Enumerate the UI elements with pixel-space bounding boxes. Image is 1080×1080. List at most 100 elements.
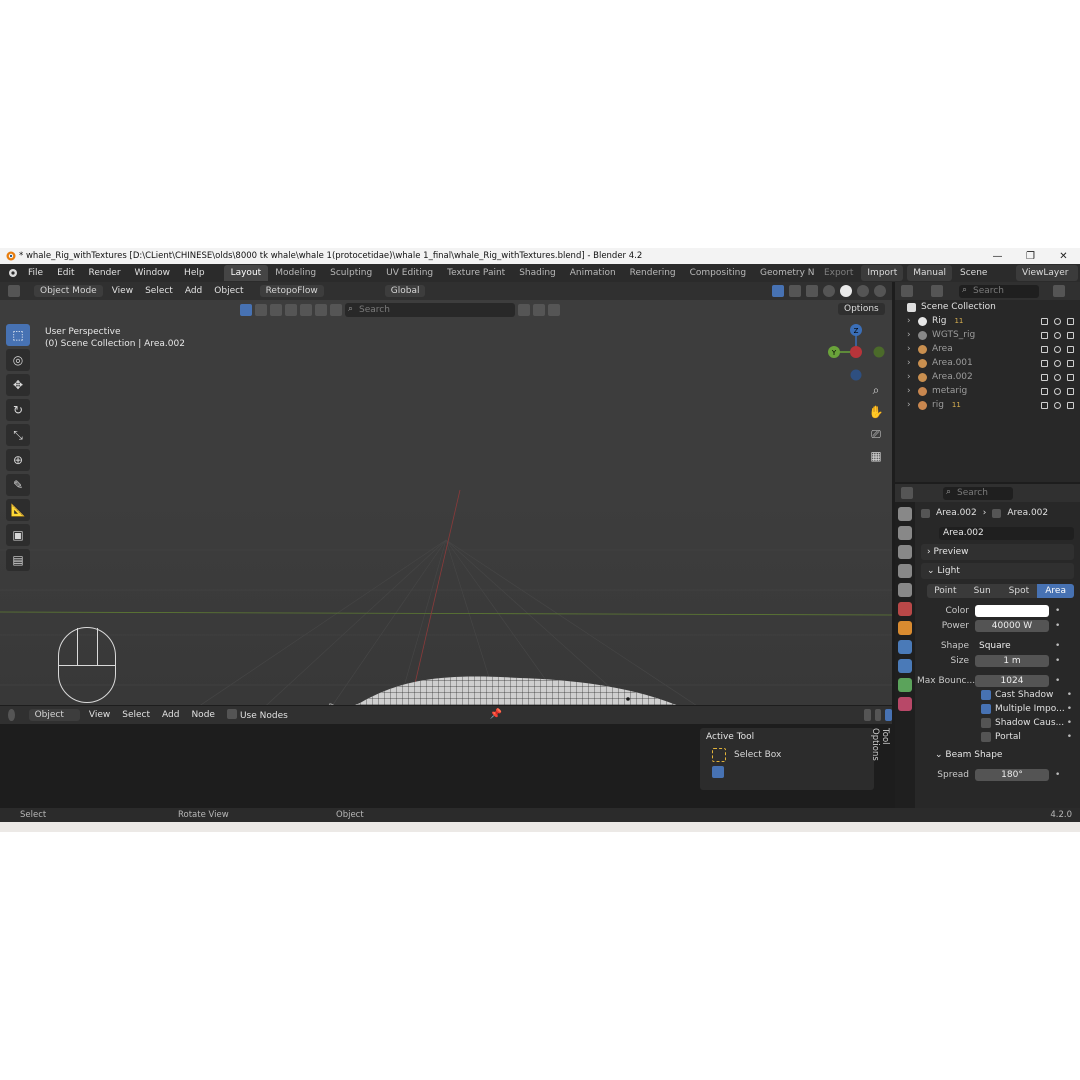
rendered-shading-icon[interactable] xyxy=(874,285,886,297)
cursor-tool-icon[interactable]: ◎ xyxy=(6,349,30,371)
light-type-point[interactable]: Point xyxy=(927,584,964,598)
viewport-menu-select[interactable]: Select xyxy=(139,286,179,296)
checkbox-icon[interactable] xyxy=(1041,387,1048,395)
texture-tab-icon[interactable] xyxy=(898,697,912,711)
tab-animation[interactable]: Animation xyxy=(563,265,623,281)
preview-panel-header[interactable]: › Preview xyxy=(921,544,1074,560)
keyframe-dot-icon[interactable]: • xyxy=(1055,621,1060,631)
scale-tool-icon[interactable]: ⤡ xyxy=(6,424,30,446)
checkbox-icon[interactable] xyxy=(1041,401,1048,409)
scene-tab-icon[interactable] xyxy=(898,583,912,597)
object-mode-dropdown[interactable]: Object Mode xyxy=(34,285,103,297)
eye-icon[interactable] xyxy=(1054,331,1061,339)
transform-tool-icon[interactable]: ⊕ xyxy=(6,449,30,471)
camera-icon[interactable] xyxy=(1067,359,1074,367)
output-tab-icon[interactable] xyxy=(898,545,912,559)
viewport-menu-view[interactable]: View xyxy=(106,286,139,296)
options-dropdown[interactable]: Options xyxy=(838,303,885,315)
overlay-toggle-icon[interactable] xyxy=(789,285,801,297)
keyframe-dot-icon[interactable]: • xyxy=(1055,641,1060,651)
camera-icon[interactable] xyxy=(1067,401,1074,409)
keyframe-dot-icon[interactable]: • xyxy=(1055,770,1060,780)
pan-hand-icon[interactable]: ✋ xyxy=(866,402,886,422)
checkbox-icon[interactable] xyxy=(1041,317,1048,325)
retopo-tool-icon[interactable] xyxy=(270,304,282,316)
physics-tab-icon[interactable] xyxy=(898,640,912,654)
move-tool-icon[interactable]: ✥ xyxy=(6,374,30,396)
node-menu-add[interactable]: Add xyxy=(156,710,185,720)
outliner-search-input[interactable]: Search xyxy=(959,284,1039,298)
select-new-icon[interactable] xyxy=(712,766,724,778)
camera-icon[interactable] xyxy=(1067,345,1074,353)
expand-arrow-icon[interactable]: › xyxy=(907,400,913,410)
light-type-spot[interactable]: Spot xyxy=(1001,584,1038,598)
menu-render[interactable]: Render xyxy=(82,268,128,278)
light-panel-header[interactable]: ⌄ Light xyxy=(921,563,1074,579)
tab-tool[interactable]: Tool xyxy=(880,728,890,761)
xray-toggle-icon[interactable] xyxy=(806,285,818,297)
eye-icon[interactable] xyxy=(1054,317,1061,325)
eye-icon[interactable] xyxy=(1054,401,1061,409)
object-tab-icon[interactable] xyxy=(898,621,912,635)
viewport-search-input[interactable]: Search xyxy=(345,302,515,317)
navigation-gizmo[interactable]: Z Y xyxy=(826,322,886,382)
keyframe-dot-icon[interactable]: • xyxy=(1067,732,1072,742)
snap-icon[interactable] xyxy=(864,709,871,721)
camera-icon[interactable] xyxy=(1067,331,1074,339)
node-tree-type-dropdown[interactable]: Object xyxy=(28,709,80,721)
light-data-name-field[interactable]: Area.002 xyxy=(939,527,1074,540)
transform-orientation-dropdown[interactable]: Global xyxy=(384,285,426,297)
zoom-icon[interactable]: ⌕ xyxy=(866,380,886,400)
display-mode-icon[interactable] xyxy=(931,285,943,297)
node-menu-view[interactable]: View xyxy=(83,710,116,720)
size-field[interactable]: 1 m xyxy=(975,654,1049,667)
annotate-tool-icon[interactable]: ✎ xyxy=(6,474,30,496)
keyframe-dot-icon[interactable]: • xyxy=(1055,656,1060,666)
retopo-tool-icon[interactable] xyxy=(255,304,267,316)
menu-window[interactable]: Window xyxy=(128,268,178,278)
outliner-item[interactable]: › Area.001 xyxy=(895,356,1080,370)
outliner-item[interactable]: › WGTS_rig xyxy=(895,328,1080,342)
keyframe-dot-icon[interactable]: • xyxy=(1067,690,1072,700)
spread-field[interactable]: 180° xyxy=(975,768,1049,781)
measure-tool-icon[interactable]: 📐 xyxy=(6,499,30,521)
tab-texture-paint[interactable]: Texture Paint xyxy=(440,265,512,281)
expand-arrow-icon[interactable]: › xyxy=(907,330,913,340)
gizmo-toggle-icon[interactable] xyxy=(772,285,784,297)
node-menu-node[interactable]: Node xyxy=(185,710,221,720)
properties-search-input[interactable]: Search xyxy=(943,486,1013,500)
tab-rendering[interactable]: Rendering xyxy=(623,265,683,281)
keyframe-dot-icon[interactable]: • xyxy=(1067,718,1072,728)
outliner-item[interactable]: › Area.002 xyxy=(895,370,1080,384)
outliner-item[interactable]: › metarig xyxy=(895,384,1080,398)
view-layer-tab-icon[interactable] xyxy=(898,564,912,578)
menu-edit[interactable]: Edit xyxy=(50,268,81,278)
bookmark-icon[interactable] xyxy=(518,304,530,316)
keyframe-dot-icon[interactable]: • xyxy=(1055,676,1060,686)
retopo-tool-icon[interactable] xyxy=(330,304,342,316)
restore-button[interactable]: ❐ xyxy=(1014,251,1047,262)
tab-layout[interactable]: Layout xyxy=(223,265,269,281)
checkbox-icon[interactable] xyxy=(1041,345,1048,353)
material-shading-icon[interactable] xyxy=(857,285,869,297)
camera-icon[interactable] xyxy=(1067,373,1074,381)
overlay-toggle-icon[interactable] xyxy=(874,709,882,721)
checkbox-icon[interactable] xyxy=(1041,373,1048,381)
tab-modeling[interactable]: Modeling xyxy=(268,265,323,281)
tool-tab-icon[interactable] xyxy=(898,507,912,521)
properties-type-icon[interactable] xyxy=(901,487,913,499)
checkbox-icon[interactable] xyxy=(1041,359,1048,367)
rotate-tool-icon[interactable]: ↻ xyxy=(6,399,30,421)
camera-view-icon[interactable]: ⎚ xyxy=(866,424,886,444)
viewport-menu-add[interactable]: Add xyxy=(179,286,208,296)
close-button[interactable]: ✕ xyxy=(1047,251,1080,262)
outliner-item[interactable]: › Rig 11 xyxy=(895,314,1080,328)
active-tool-header[interactable]: Active Tool xyxy=(700,728,874,746)
max-bounces-field[interactable]: 1024 xyxy=(975,674,1049,687)
manual-button[interactable]: Manual xyxy=(907,265,952,281)
menu-help[interactable]: Help xyxy=(177,268,212,278)
gizmo-toggle-icon[interactable] xyxy=(885,709,892,721)
tab-uv-editing[interactable]: UV Editing xyxy=(379,265,440,281)
power-field[interactable]: 40000 W xyxy=(975,619,1049,632)
keyframe-dot-icon[interactable]: • xyxy=(1067,704,1072,714)
